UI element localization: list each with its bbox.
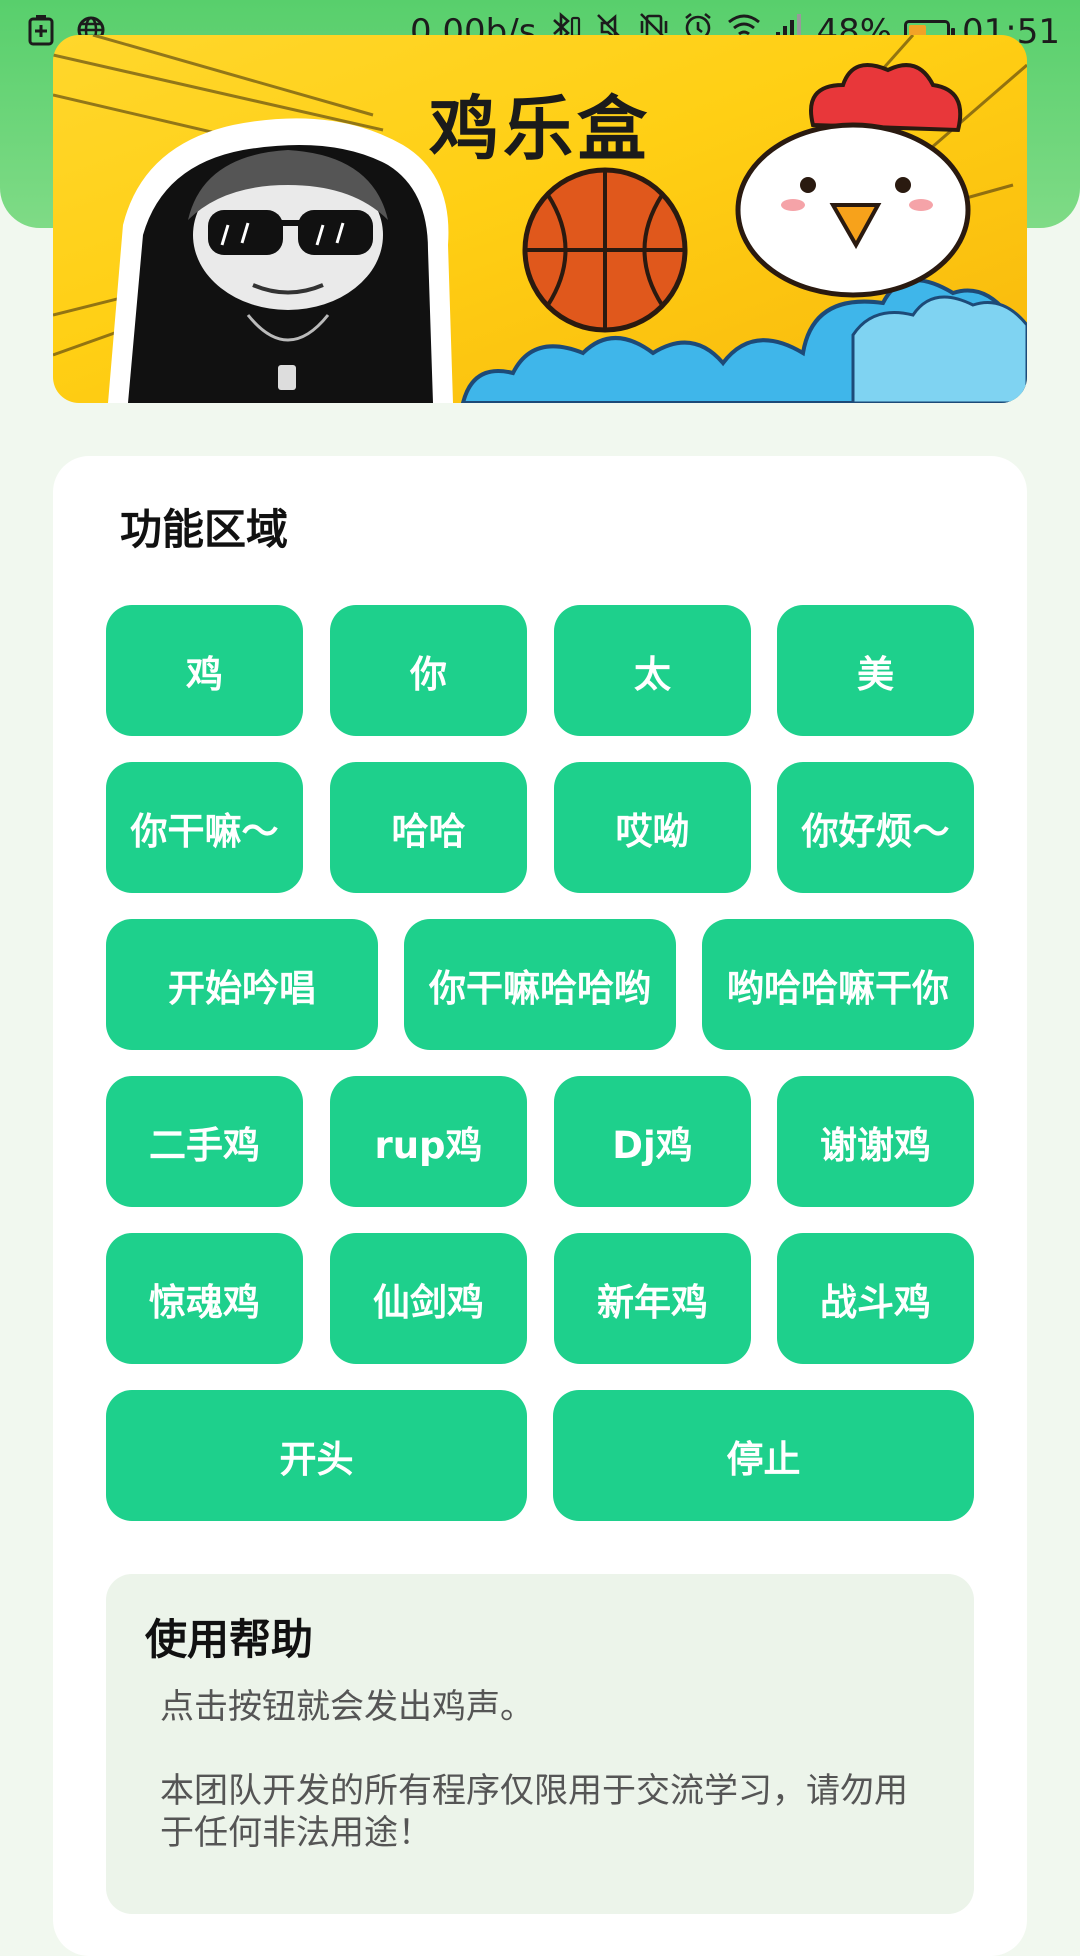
sound-button-ni-gan-ma-haha-yo[interactable]: 你干嘛哈哈哟: [404, 919, 676, 1050]
help-text: 点击按钮就会发出鸡声。 本团队开发的所有程序仅限用于交流学习，请勿用于任何非法用…: [160, 1686, 940, 1854]
sound-button-yo-haha-ma-gan-ni[interactable]: 哟哈哈嘛干你: [702, 919, 974, 1050]
sound-button-rup-chicken[interactable]: rup鸡: [330, 1076, 527, 1207]
stop-button[interactable]: 停止: [553, 1390, 974, 1521]
sound-button-start-chant[interactable]: 开始吟唱: [106, 919, 378, 1050]
help-panel: 使用帮助 点击按钮就会发出鸡声。 本团队开发的所有程序仅限用于交流学习，请勿用于…: [106, 1574, 974, 1914]
intro-button[interactable]: 开头: [106, 1390, 527, 1521]
sound-button-horror-chicken[interactable]: 惊魂鸡: [106, 1233, 303, 1364]
battery-saver-icon: [28, 14, 54, 55]
sound-button-new-year-chicken[interactable]: 新年鸡: [554, 1233, 751, 1364]
sound-button-dj-chicken[interactable]: Dj鸡: [554, 1076, 751, 1207]
section-title: 功能区域: [120, 505, 289, 554]
sound-button-ni[interactable]: 你: [330, 605, 527, 736]
sound-button-ni-gan-ma[interactable]: 你干嘛～: [106, 762, 303, 893]
sound-button-haha[interactable]: 哈哈: [330, 762, 527, 893]
sound-button-aiyo[interactable]: 哎呦: [554, 762, 751, 893]
help-title: 使用帮助: [145, 1615, 314, 1664]
sound-button-second-hand-chicken[interactable]: 二手鸡: [106, 1076, 303, 1207]
sound-button-tai[interactable]: 太: [554, 605, 751, 736]
function-card: 功能区域 鸡 你 太 美 你干嘛～ 哈哈 哎呦 你好烦～ 开始吟唱 你干嘛哈哈哟…: [53, 456, 1027, 1956]
help-line-2: 本团队开发的所有程序仅限用于交流学习，请勿用于任何非法用途！: [160, 1771, 908, 1853]
banner-title: 鸡乐盒: [429, 88, 651, 170]
sound-button-thanks-chicken[interactable]: 谢谢鸡: [777, 1076, 974, 1207]
basketball-icon: [522, 167, 688, 333]
sound-button-ni-hao-fan[interactable]: 你好烦～: [777, 762, 974, 893]
help-line-1: 点击按钮就会发出鸡声。: [160, 1687, 534, 1727]
banner: 鸡乐盒: [53, 35, 1027, 403]
sound-button-battle-chicken[interactable]: 战斗鸡: [777, 1233, 974, 1364]
sound-button-sword-chicken[interactable]: 仙剑鸡: [330, 1233, 527, 1364]
sound-button-ji[interactable]: 鸡: [106, 605, 303, 736]
sound-button-mei[interactable]: 美: [777, 605, 974, 736]
